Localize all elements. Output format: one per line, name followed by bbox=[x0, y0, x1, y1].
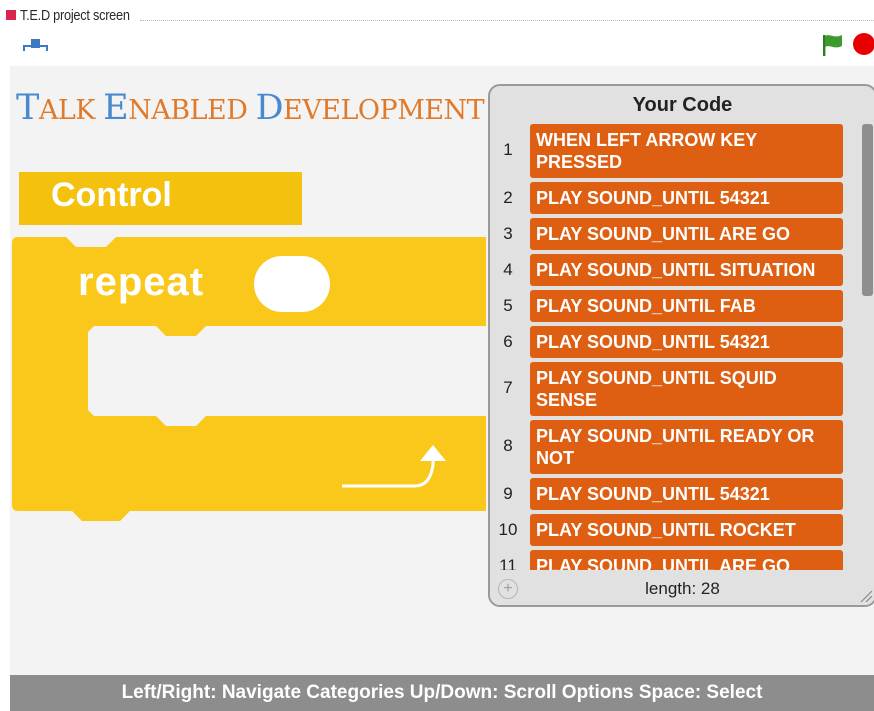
code-row: 3 PLAY SOUND_UNTIL ARE GO bbox=[490, 218, 860, 250]
code-block[interactable]: PLAY SOUND_UNTIL 54321 bbox=[530, 478, 843, 510]
code-row: 11 PLAY SOUND_UNTIL ARE GO bbox=[490, 550, 860, 570]
code-row: 5 PLAY SOUND_UNTIL FAB bbox=[490, 290, 860, 322]
fullscreen-toggle-icon[interactable] bbox=[22, 38, 50, 54]
stop-sign-icon[interactable] bbox=[853, 33, 874, 55]
code-row: 10 PLAY SOUND_UNTIL ROCKET bbox=[490, 514, 860, 546]
code-length: length: 28 bbox=[645, 579, 720, 598]
caption-marker bbox=[6, 10, 16, 20]
code-row: 6 PLAY SOUND_UNTIL 54321 bbox=[490, 326, 860, 358]
title-word-development: DEVELOPMENT bbox=[255, 88, 485, 128]
code-block[interactable]: PLAY SOUND_UNTIL ROCKET bbox=[530, 514, 843, 546]
code-block[interactable]: PLAY SOUND_UNTIL READY OR NOT bbox=[530, 420, 843, 474]
code-panel: Your Code 1 WHEN LEFT ARROW KEY PRESSED … bbox=[488, 84, 874, 607]
code-row: 1 WHEN LEFT ARROW KEY PRESSED bbox=[490, 124, 860, 178]
code-row: 9 PLAY SOUND_UNTIL 54321 bbox=[490, 478, 860, 510]
code-block[interactable]: PLAY SOUND_UNTIL 54321 bbox=[530, 182, 843, 214]
repeat-label: repeat bbox=[78, 260, 205, 304]
line-number: 6 bbox=[503, 332, 513, 351]
code-block[interactable]: PLAY SOUND_UNTIL SITUATION bbox=[530, 254, 843, 286]
line-number: 8 bbox=[503, 436, 513, 455]
code-block[interactable]: PLAY SOUND_UNTIL ARE GO bbox=[530, 550, 843, 570]
code-scrollbar-thumb[interactable] bbox=[862, 124, 873, 296]
figure-caption: T.E.D project screen bbox=[0, 4, 149, 26]
line-number: 11 bbox=[499, 556, 517, 570]
app-title: TALK ENABLED DEVELOPMENT bbox=[16, 88, 485, 128]
line-number: 4 bbox=[503, 260, 513, 279]
code-list: 1 WHEN LEFT ARROW KEY PRESSED 2 PLAY SOU… bbox=[490, 124, 860, 570]
line-number: 1 bbox=[503, 140, 513, 159]
category-label: Control bbox=[51, 176, 172, 214]
code-block[interactable]: WHEN LEFT ARROW KEY PRESSED bbox=[530, 124, 843, 178]
line-number: 10 bbox=[498, 520, 518, 539]
repeat-count-input[interactable] bbox=[254, 256, 330, 312]
code-row: 7 PLAY SOUND_UNTIL SQUID SENSE bbox=[490, 362, 860, 416]
keyboard-hint-bar: Left/Right: Navigate Categories Up/Down:… bbox=[10, 675, 874, 711]
resize-handle-icon[interactable] bbox=[859, 589, 873, 603]
title-word-enabled: ENABLED bbox=[103, 88, 248, 128]
code-row: 8 PLAY SOUND_UNTIL READY OR NOT bbox=[490, 420, 860, 474]
code-block[interactable]: PLAY SOUND_UNTIL ARE GO bbox=[530, 218, 843, 250]
code-block[interactable]: PLAY SOUND_UNTIL FAB bbox=[530, 290, 843, 322]
line-number: 7 bbox=[503, 378, 513, 397]
line-number: 9 bbox=[503, 484, 513, 503]
stage: TALK ENABLED DEVELOPMENT Control repeat … bbox=[10, 28, 874, 711]
code-block[interactable]: PLAY SOUND_UNTIL SQUID SENSE bbox=[530, 362, 843, 416]
code-panel-footer: + length: 28 bbox=[490, 575, 874, 605]
code-row: 2 PLAY SOUND_UNTIL 54321 bbox=[490, 182, 860, 214]
code-row: 4 PLAY SOUND_UNTIL SITUATION bbox=[490, 254, 860, 286]
category-control-button[interactable]: Control bbox=[19, 172, 302, 225]
code-block[interactable]: PLAY SOUND_UNTIL 54321 bbox=[530, 326, 843, 358]
keyboard-hint-text: Left/Right: Navigate Categories Up/Down:… bbox=[121, 682, 763, 703]
caption-text: T.E.D project screen bbox=[20, 6, 130, 24]
line-number: 5 bbox=[503, 296, 513, 315]
green-flag-icon[interactable] bbox=[820, 32, 846, 58]
line-number: 2 bbox=[503, 188, 513, 207]
caption-divider bbox=[140, 20, 874, 21]
line-number: 3 bbox=[503, 224, 513, 243]
title-word-talk: TALK bbox=[16, 88, 95, 128]
code-panel-title: Your Code bbox=[632, 94, 733, 116]
stage-toolbar bbox=[10, 28, 874, 66]
